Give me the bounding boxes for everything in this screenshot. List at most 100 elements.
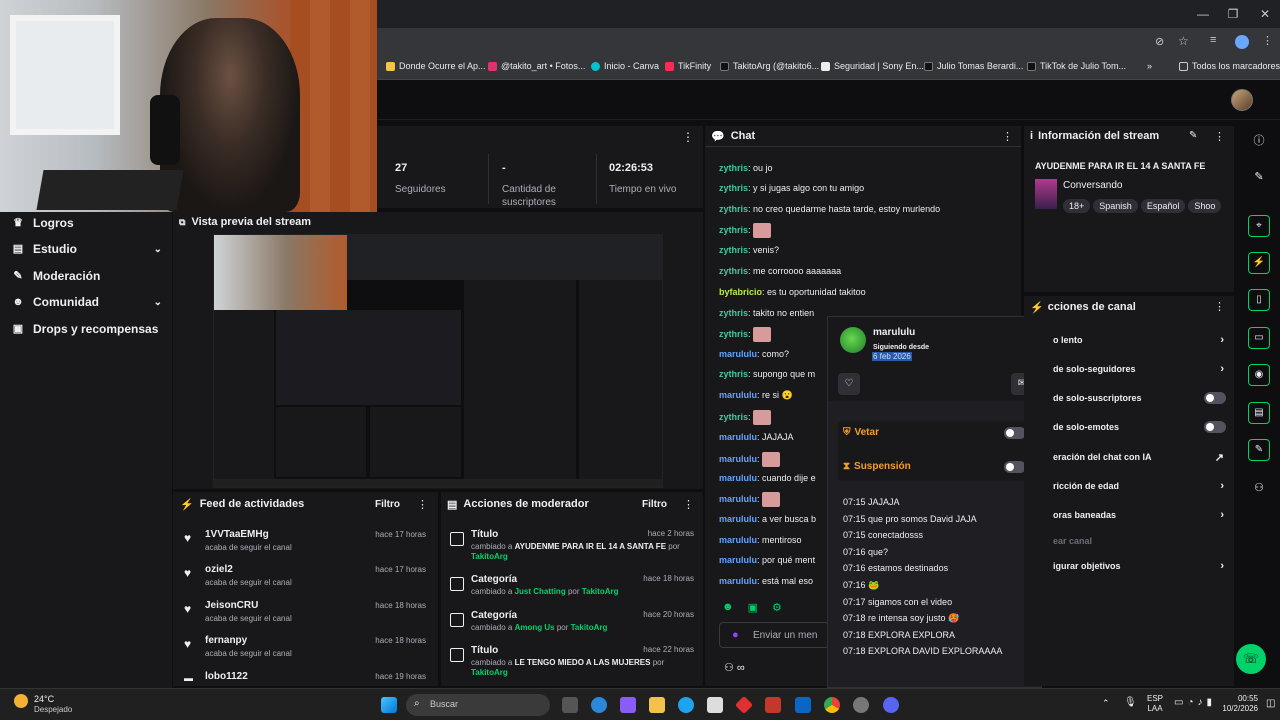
search-input[interactable]: ⌕ Buscar xyxy=(406,694,550,716)
bookmark-item[interactable]: Julio Tomas Berardi... xyxy=(924,61,1023,71)
sidebar-item-logros[interactable]: ♛ Logros xyxy=(12,216,162,230)
chat-message[interactable]: zythris: y si jugas algo con tu amigo xyxy=(719,183,864,193)
chat-message[interactable]: marululu: xyxy=(719,452,781,467)
chevron-up-icon[interactable]: ⌃ xyxy=(1102,698,1110,709)
info-icon[interactable]: ⓘ xyxy=(1252,134,1266,148)
chat-username[interactable]: marululu xyxy=(719,390,757,400)
emote-icon[interactable]: ▣ xyxy=(748,601,758,614)
chat-username[interactable]: marululu xyxy=(719,432,757,442)
obs-icon[interactable] xyxy=(853,697,869,713)
chat-username[interactable]: zythris xyxy=(719,204,748,214)
chat-message[interactable]: zythris: xyxy=(719,327,772,342)
bookmark-item[interactable]: TikTok de Julio Tom... xyxy=(1027,61,1126,71)
chat-username[interactable]: zythris xyxy=(719,412,748,422)
tag[interactable]: Español xyxy=(1140,199,1186,213)
chat-username[interactable]: zythris xyxy=(719,266,748,276)
chat-username[interactable]: marululu xyxy=(719,349,757,359)
chat-message[interactable]: zythris: ou jo xyxy=(719,163,773,173)
extensions-icon[interactable]: ⚇ xyxy=(1252,481,1266,495)
feed-item[interactable]: ♥ 1VVTaaEMHg acaba de seguir el canal hace … xyxy=(181,529,431,563)
reading-list-icon[interactable]: ≡ xyxy=(1210,34,1216,46)
file-explorer-icon[interactable] xyxy=(649,697,665,713)
outlook-icon[interactable] xyxy=(795,697,811,713)
panel-menu-icon[interactable]: ⋮ xyxy=(1002,130,1013,143)
channel-action-row[interactable]: ricción de edad › xyxy=(1053,480,1228,492)
tag[interactable]: Shoo xyxy=(1188,199,1222,213)
task-view-icon[interactable] xyxy=(562,697,578,713)
notification-bell-icon[interactable]: ◫ xyxy=(1266,698,1275,709)
bookmark-item[interactable]: Inicio - Canva xyxy=(591,61,659,71)
panel-menu-icon[interactable]: ⋮ xyxy=(682,130,694,144)
edit-icon[interactable]: ✎ xyxy=(1252,170,1266,184)
veto-toggle[interactable] xyxy=(1004,427,1026,439)
chat-username[interactable]: marululu xyxy=(719,514,757,524)
chat-message[interactable]: marululu: está mal eso xyxy=(719,576,813,586)
star-icon[interactable]: ☆ xyxy=(1178,34,1189,48)
chat-username[interactable]: marululu xyxy=(719,535,757,545)
profile-icon[interactable] xyxy=(1235,35,1249,49)
store-icon[interactable] xyxy=(707,697,723,713)
feed-filter-button[interactable]: Filtro xyxy=(375,499,400,510)
app-icon[interactable] xyxy=(734,695,754,715)
mod-action-item[interactable]: Título hace 22 horas cambiado a LE TENGO… xyxy=(450,645,694,679)
chat-username[interactable]: marululu xyxy=(719,555,757,565)
bookmark-item[interactable]: @takito_art • Fotos... xyxy=(488,61,585,71)
chat-username[interactable]: marululu xyxy=(719,454,757,464)
panel-menu-icon[interactable]: ⋮ xyxy=(1214,130,1225,143)
bookmark-item[interactable]: TakitoArg (@takito6... xyxy=(720,61,819,71)
chat-message[interactable]: zythris: xyxy=(719,410,772,425)
bookmark-item[interactable]: Donde Ocurre el Ap... xyxy=(386,61,486,71)
discord-icon[interactable] xyxy=(883,697,899,713)
channel-action-row[interactable]: ear canal xyxy=(1053,536,1228,546)
panel-menu-icon[interactable]: ⋮ xyxy=(683,498,694,511)
bookmarks-overflow-button[interactable]: » xyxy=(1147,61,1152,71)
toggle-switch[interactable] xyxy=(1204,421,1226,433)
emote-icon[interactable]: ⚙ xyxy=(772,601,782,614)
all-bookmarks-button[interactable]: Todos los marcadores xyxy=(1179,61,1280,71)
chat-message[interactable]: zythris: no creo quedarme hasta tarde, e… xyxy=(719,204,940,214)
chat-message[interactable]: zythris: me corroooo aaaaaaa xyxy=(719,266,841,276)
chat-message[interactable]: marululu: xyxy=(719,492,781,507)
clip-icon[interactable]: ⌖ xyxy=(1248,215,1270,237)
channel-action-row[interactable]: de solo-suscriptores xyxy=(1053,392,1228,404)
antivirus-icon[interactable] xyxy=(765,697,781,713)
chat-username[interactable]: byfabricio xyxy=(719,287,762,297)
panel-menu-icon[interactable]: ⋮ xyxy=(1214,300,1225,313)
feed-item[interactable]: ♥ fernanpy acaba de seguir el canal hace 18… xyxy=(181,635,431,669)
tag[interactable]: Spanish xyxy=(1093,199,1138,213)
channel-action-row[interactable]: eración del chat con IA ↗ xyxy=(1053,452,1228,464)
chat-message[interactable]: marululu: re si 😮 xyxy=(719,390,793,401)
sidebar-item-moderacion[interactable]: ✎ Moderación xyxy=(12,269,162,283)
chat-message[interactable]: marululu: cuando dije e xyxy=(719,473,816,483)
weather-temp[interactable]: 24°C xyxy=(34,694,54,704)
windows-start-icon[interactable] xyxy=(381,697,397,713)
edge-icon[interactable] xyxy=(678,697,694,713)
stream-preview-video[interactable] xyxy=(213,234,663,488)
microphone-icon[interactable]: 🎙 xyxy=(1124,697,1137,708)
close-window-button[interactable]: ✕ xyxy=(1250,4,1280,24)
chat-username[interactable]: zythris xyxy=(719,329,748,339)
heart-icon[interactable]: ♡ xyxy=(838,373,860,395)
channel-action-row[interactable]: de solo-seguidores › xyxy=(1053,363,1228,375)
chat-username[interactable]: zythris xyxy=(719,245,748,255)
wrench-icon[interactable]: ✎ xyxy=(1248,439,1270,461)
chat-message[interactable]: byfabricio: es tu oportunidad takitoo xyxy=(719,287,866,297)
maximize-button[interactable]: ❐ xyxy=(1218,4,1248,24)
chat-message[interactable]: marululu: a ver busca b xyxy=(719,514,816,524)
chat-username[interactable]: zythris xyxy=(719,225,748,235)
chat-username[interactable]: marululu xyxy=(719,494,757,504)
chat-message[interactable]: marululu: como? xyxy=(719,349,789,359)
mod-action-item[interactable]: Categoría hace 18 horas cambiado a Just … xyxy=(450,574,694,608)
edit-icon[interactable]: ✎ xyxy=(1189,130,1197,141)
language-indicator[interactable]: ESP LAA xyxy=(1147,694,1163,714)
mod-action-item[interactable]: Título hace 2 horas cambiado a AYUDENME … xyxy=(450,529,694,563)
chat-message[interactable]: marululu: JAJAJA xyxy=(719,432,794,442)
feed-item[interactable]: ♥ oziel2 acaba de seguir el canal hace 17 h… xyxy=(181,564,431,598)
bookmark-item[interactable]: TikFinity xyxy=(665,61,711,71)
sidebar-item-comunidad[interactable]: ☻ Comunidad ⌄ xyxy=(12,295,162,309)
system-tray-icons[interactable]: ▭◔♪▮ xyxy=(1174,697,1216,708)
menu-dots-icon[interactable]: ⋮ xyxy=(1262,34,1273,47)
bolt-icon[interactable]: ⚡ xyxy=(1248,252,1270,274)
user-card-name[interactable]: marululu xyxy=(873,327,915,338)
chat-message[interactable]: zythris: venis? xyxy=(719,245,779,255)
